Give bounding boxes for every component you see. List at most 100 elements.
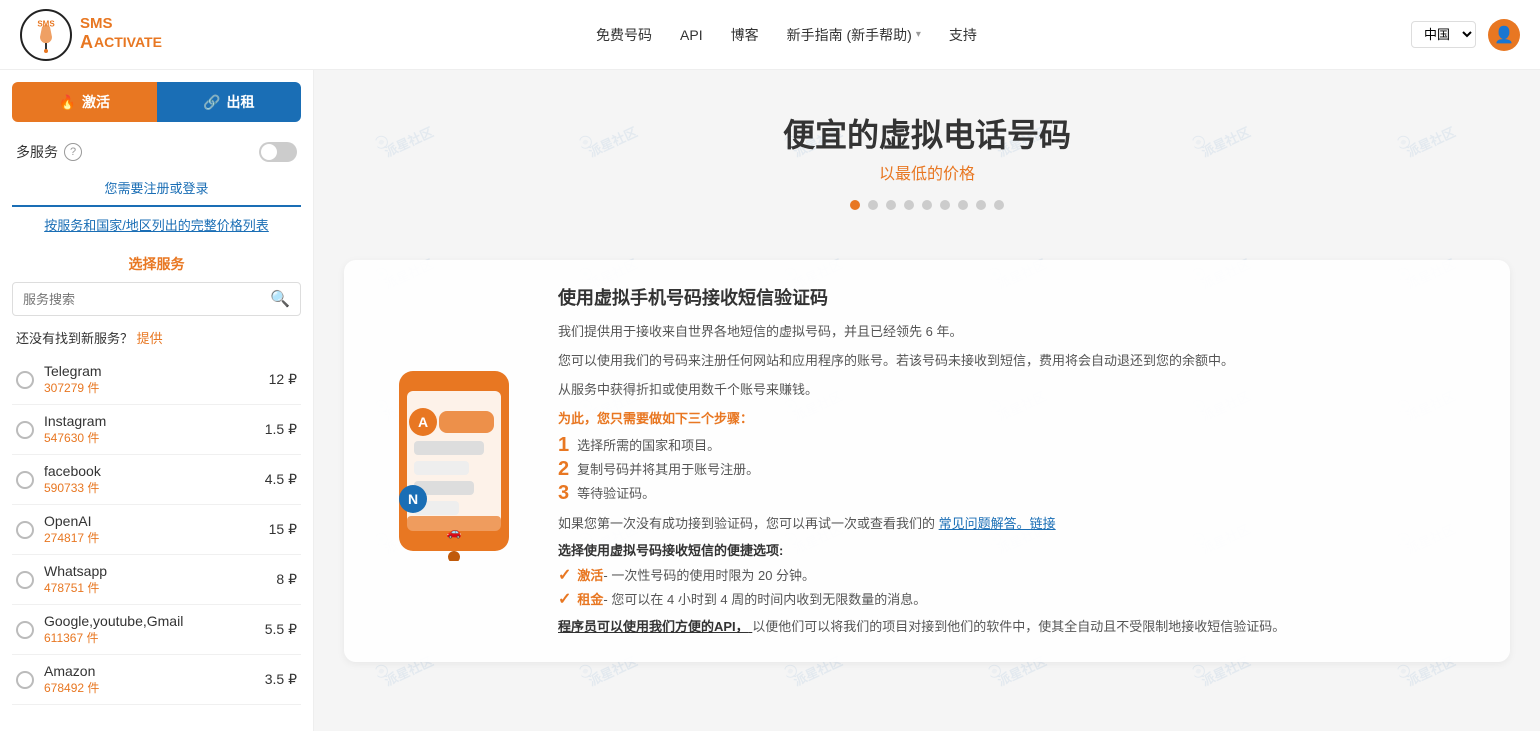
- login-link[interactable]: 您需要注册或登录: [104, 181, 208, 196]
- hero-carousel-dots: [334, 200, 1520, 210]
- logo-text: SMS AACTIVATE: [80, 16, 162, 52]
- service-info: Whatsapp 478751 件: [44, 563, 276, 596]
- nav-support[interactable]: 支持: [949, 25, 977, 45]
- service-radio: [16, 471, 34, 489]
- service-count: 590733 件: [44, 479, 265, 496]
- step-item: 3 等待验证码。: [558, 483, 1480, 503]
- sidebar-buttons: 🔥 激活 🔗 出租: [0, 82, 313, 134]
- svg-text:N: N: [408, 491, 418, 507]
- price-list-link[interactable]: 按服务和国家/地区列出的完整价格列表: [44, 218, 269, 233]
- service-name: Instagram: [44, 413, 265, 429]
- info-card: A N 🚗 使用虚拟手机号码接收短信验证码 我们提供用于接收来自世界各地短信的虚…: [344, 260, 1510, 662]
- service-search-box: 🔍: [12, 282, 301, 316]
- service-list-item[interactable]: Whatsapp 478751 件 8 ₽: [12, 555, 301, 605]
- logo[interactable]: SMS SMS AACTIVATE: [20, 9, 162, 61]
- option-label-link[interactable]: 租金: [577, 592, 603, 607]
- checkmark-icon: ✓: [558, 565, 571, 585]
- service-name: facebook: [44, 463, 265, 479]
- logo-icon: SMS: [20, 9, 72, 61]
- language-select[interactable]: 中国: [1411, 21, 1476, 48]
- service-price: 5.5 ₽: [265, 621, 297, 638]
- header: SMS SMS AACTIVATE 免费号码 API 博客 新手指南 (新手帮助…: [0, 0, 1540, 70]
- help-icon[interactable]: ?: [64, 143, 82, 161]
- nav-free[interactable]: 免费号码: [596, 25, 652, 45]
- option-text: 激活- 一次性号码的使用时限为 20 分钟。: [577, 565, 815, 584]
- carousel-dot[interactable]: [850, 200, 860, 210]
- info-card-title: 使用虚拟手机号码接收短信验证码: [558, 284, 1480, 310]
- option-label-link[interactable]: 激活: [577, 568, 603, 583]
- nav-guide[interactable]: 新手指南 (新手帮助) ▾: [787, 25, 921, 45]
- rent-icon: 🔗: [203, 94, 220, 111]
- multi-service-toggle[interactable]: [259, 142, 297, 162]
- select-service-title: 选择服务: [0, 250, 313, 282]
- service-name: Whatsapp: [44, 563, 276, 579]
- service-radio: [16, 671, 34, 689]
- steps-intro: 为此，您只需要做如下三个步骤：: [558, 408, 1480, 427]
- main-layout: 🔥 激活 🔗 出租 多服务 ? 您需要注册或登录 按服务和国家/地区列出的完整价…: [0, 70, 1540, 731]
- carousel-dot[interactable]: [940, 200, 950, 210]
- service-count: 611367 件: [44, 629, 265, 646]
- service-radio: [16, 421, 34, 439]
- service-name: Amazon: [44, 663, 265, 679]
- info-paragraph-3: 从服务中获得折扣或使用数千个账号来赚钱。: [558, 380, 1480, 401]
- nav-api[interactable]: API: [680, 27, 703, 43]
- service-info: Google,youtube,Gmail 611367 件: [44, 613, 265, 646]
- search-icon-button[interactable]: 🔍: [270, 289, 290, 309]
- hero-title: 便宜的虚拟电话号码: [334, 110, 1520, 156]
- service-name: Google,youtube,Gmail: [44, 613, 265, 629]
- service-list-item[interactable]: Amazon 678492 件 3.5 ₽: [12, 655, 301, 705]
- faq-text: 如果您第一次没有成功接到验证码，您可以再试一次或查看我们的 常见问题解答。链接: [558, 513, 1480, 532]
- header-right: 中国 👤: [1411, 19, 1520, 51]
- nav-blog[interactable]: 博客: [731, 25, 759, 45]
- service-price: 12 ₽: [269, 371, 297, 388]
- svg-text:🚗: 🚗: [447, 525, 462, 539]
- service-price: 3.5 ₽: [265, 671, 297, 688]
- carousel-dot[interactable]: [886, 200, 896, 210]
- carousel-dot[interactable]: [976, 200, 986, 210]
- service-list-item[interactable]: facebook 590733 件 4.5 ₽: [12, 455, 301, 505]
- step-number: 2: [558, 459, 569, 479]
- step-item: 2 复制号码并将其用于账号注册。: [558, 459, 1480, 479]
- service-count: 274817 件: [44, 529, 269, 546]
- service-count: 478751 件: [44, 579, 276, 596]
- option-item: ✓ 激活- 一次性号码的使用时限为 20 分钟。: [558, 565, 1480, 585]
- service-list-item[interactable]: Instagram 547630 件 1.5 ₽: [12, 405, 301, 455]
- service-list: Telegram 307279 件 12 ₽ Instagram 547630 …: [0, 355, 313, 705]
- multi-service-row: 多服务 ?: [0, 134, 313, 170]
- info-paragraph-2: 您可以使用我们的号码来注册任何网站和应用程序的账号。若该号码未接收到短信，费用将…: [558, 351, 1480, 372]
- step-number: 3: [558, 483, 569, 503]
- info-paragraph-1: 我们提供用于接收来自世界各地短信的虚拟号码，并且已经领先 6 年。: [558, 322, 1480, 343]
- activate-button[interactable]: 🔥 激活: [12, 82, 157, 122]
- info-content: 使用虚拟手机号码接收短信验证码 我们提供用于接收来自世界各地短信的虚拟号码，并且…: [558, 284, 1480, 638]
- carousel-dot[interactable]: [958, 200, 968, 210]
- api-link[interactable]: 程序员可以使用我们方便的API，: [558, 619, 752, 634]
- step-text: 选择所需的国家和项目。: [577, 435, 720, 454]
- carousel-dot[interactable]: [922, 200, 932, 210]
- step-item: 1 选择所需的国家和项目。: [558, 435, 1480, 455]
- svg-text:A: A: [418, 414, 428, 430]
- price-list-link-container: 按服务和国家/地区列出的完整价格列表: [0, 207, 313, 242]
- rent-button[interactable]: 🔗 出租: [157, 82, 302, 122]
- service-count: 307279 件: [44, 379, 269, 396]
- service-list-item[interactable]: Telegram 307279 件 12 ₽: [12, 355, 301, 405]
- multi-service-label: 多服务 ?: [16, 142, 82, 162]
- login-notice: 您需要注册或登录: [12, 170, 301, 207]
- carousel-dot[interactable]: [994, 200, 1004, 210]
- step-text: 等待验证码。: [577, 483, 655, 502]
- service-list-item[interactable]: OpenAI 274817 件 15 ₽: [12, 505, 301, 555]
- user-avatar-button[interactable]: 👤: [1488, 19, 1520, 51]
- option-text: 租金- 您可以在 4 小时到 4 周的时间内收到无限数量的消息。: [577, 589, 926, 608]
- service-radio: [16, 371, 34, 389]
- service-count: 547630 件: [44, 429, 265, 446]
- faq-link[interactable]: 常见问题解答。链接: [939, 516, 1056, 531]
- carousel-dot[interactable]: [868, 200, 878, 210]
- step-number: 1: [558, 435, 569, 455]
- suggest-link[interactable]: 提供: [137, 331, 163, 346]
- service-list-item[interactable]: Google,youtube,Gmail 611367 件 5.5 ₽: [12, 605, 301, 655]
- service-price: 15 ₽: [269, 521, 297, 538]
- service-info: Instagram 547630 件: [44, 413, 265, 446]
- service-search-input[interactable]: [23, 292, 270, 307]
- service-info: OpenAI 274817 件: [44, 513, 269, 546]
- options-title: 选择使用虚拟号码接收短信的便捷选项:: [558, 540, 1480, 559]
- carousel-dot[interactable]: [904, 200, 914, 210]
